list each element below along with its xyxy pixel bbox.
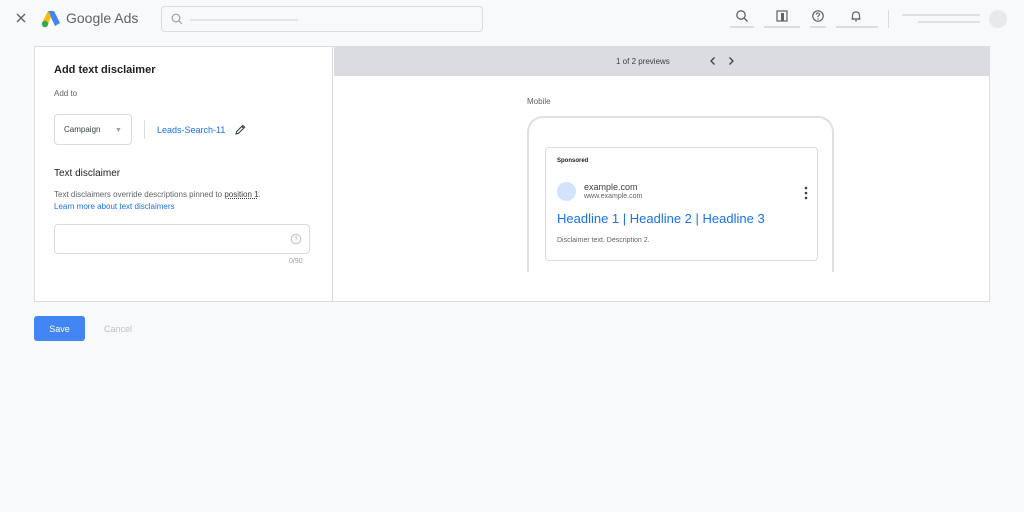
search-input[interactable] — [161, 6, 483, 32]
section-title: Text disclaimer — [54, 168, 121, 179]
chevron-right-icon[interactable] — [725, 55, 737, 67]
search-icon — [171, 13, 183, 25]
toolbar-underline — [764, 26, 800, 28]
preview-panel: 1 of 2 previews Mobile Sponsored example… — [334, 47, 989, 301]
avatar[interactable] — [989, 10, 1007, 28]
toolbar-underline — [836, 26, 878, 28]
campaign-link[interactable]: Leads-Search-11 — [157, 125, 225, 135]
learn-more-link[interactable]: Learn more about text disclaimers — [54, 202, 175, 211]
add-to-label: Add to — [54, 89, 78, 98]
more-vert-icon[interactable] — [804, 186, 808, 200]
description-prefix: Text disclaimers override descriptions p… — [54, 190, 225, 199]
toolbar-underline — [810, 26, 826, 28]
phone-frame: Sponsored example.com www.example.com He… — [527, 116, 834, 272]
disclaimer-text-field[interactable] — [54, 224, 310, 254]
disclaimer-description: Text disclaimers override descriptions p… — [54, 190, 261, 199]
preview-count: 1 of 2 previews — [616, 57, 670, 66]
ad-preview: Sponsored example.com www.example.com He… — [545, 147, 818, 261]
sponsored-label: Sponsored — [557, 158, 589, 164]
account-id-placeholder — [918, 21, 980, 23]
ad-description: Disclaimer text. Description 2. — [557, 237, 650, 244]
ad-headline: Headline 1 | Headline 2 | Headline 3 — [557, 211, 765, 226]
search-icon[interactable] — [734, 8, 750, 24]
device-label: Mobile — [527, 97, 551, 106]
search-placeholder-line — [190, 19, 298, 21]
position-link[interactable]: position 1 — [224, 190, 258, 199]
close-icon[interactable] — [13, 10, 29, 26]
pencil-icon[interactable] — [234, 123, 247, 136]
form-panel: Add text disclaimer Add to Campaign ▼ Le… — [35, 47, 333, 301]
select-divider — [144, 120, 145, 139]
bell-icon[interactable] — [848, 8, 864, 24]
description-suffix: . — [258, 190, 261, 199]
save-button[interactable]: Save — [34, 316, 85, 341]
char-counter: 0/90 — [289, 258, 303, 265]
chevron-left-icon[interactable] — [707, 55, 719, 67]
form-title: Add text disclaimer — [54, 64, 156, 76]
site-favicon — [557, 182, 576, 201]
level-select[interactable]: Campaign ▼ — [54, 114, 132, 145]
toolbar-divider — [888, 10, 889, 28]
reports-icon[interactable] — [774, 8, 790, 24]
toolbar-underline — [730, 26, 754, 28]
caret-down-icon: ▼ — [115, 127, 122, 134]
account-name-placeholder — [902, 14, 980, 16]
brand-name: Google Ads — [66, 10, 139, 26]
ad-domain: example.com — [584, 182, 638, 192]
cancel-button[interactable]: Cancel — [97, 316, 139, 341]
level-select-value: Campaign — [64, 125, 101, 134]
top-bar: Google Ads — [0, 0, 1024, 38]
preview-header: 1 of 2 previews — [334, 47, 989, 76]
disclaimer-card: Add text disclaimer Add to Campaign ▼ Le… — [34, 46, 990, 302]
help-icon[interactable] — [290, 233, 302, 245]
help-icon[interactable] — [810, 8, 826, 24]
google-ads-logo — [41, 11, 60, 28]
ad-url: www.example.com — [584, 193, 643, 200]
